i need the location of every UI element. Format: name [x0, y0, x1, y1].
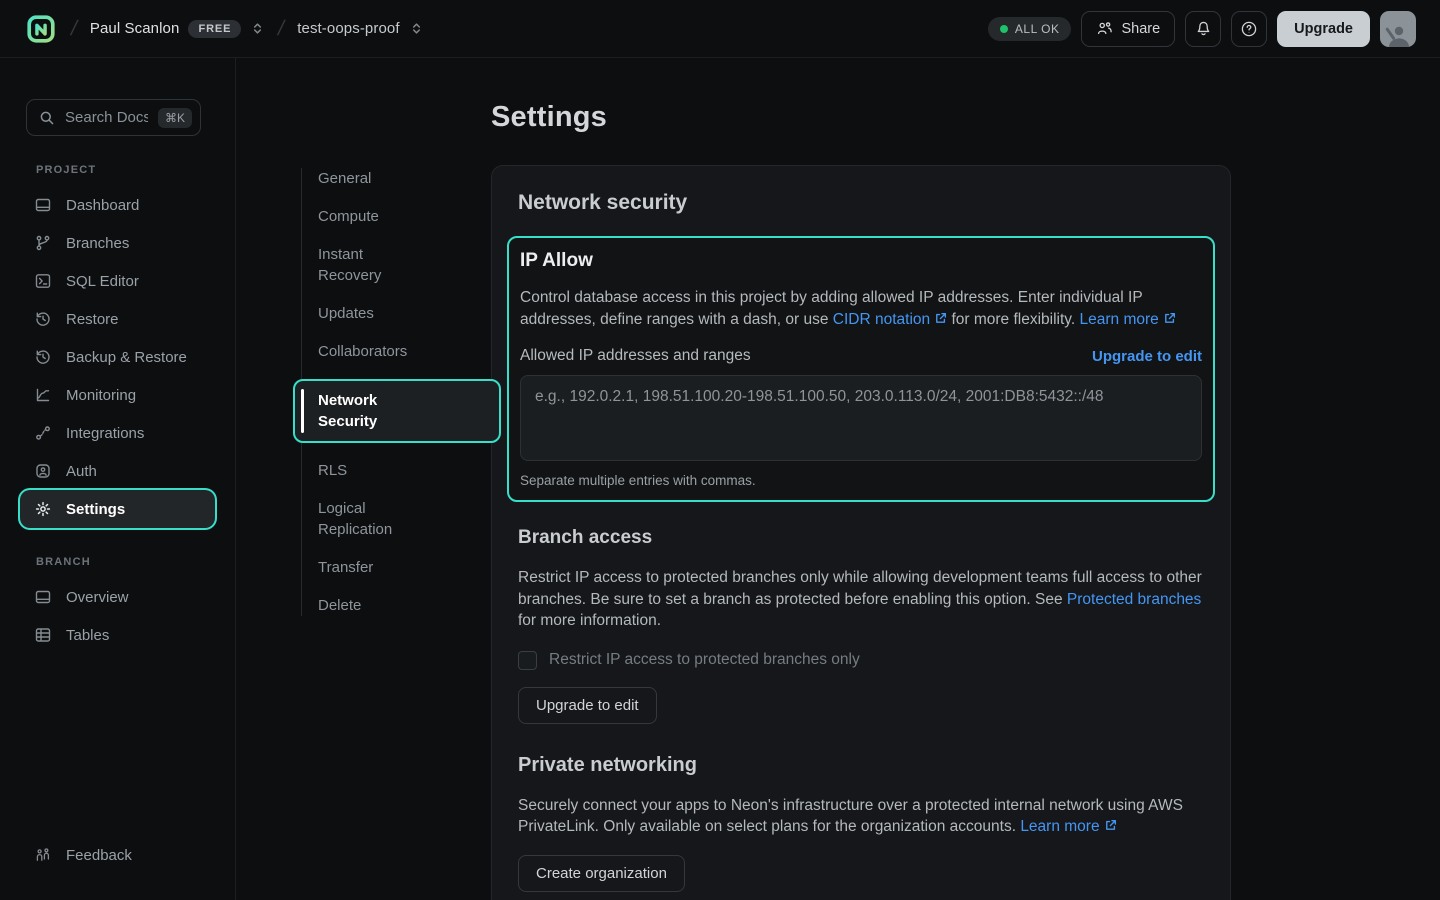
private-networking-description: Securely connect your apps to Neon's inf…	[518, 795, 1204, 838]
restrict-ip-checkbox-row: Restrict IP access to protected branches…	[518, 651, 1204, 670]
search-input[interactable]	[65, 109, 148, 126]
external-link-icon	[1163, 312, 1176, 325]
restrict-ip-checkbox-label: Restrict IP access to protected branches…	[549, 651, 860, 669]
help-button[interactable]	[1231, 11, 1267, 47]
settings-nav-compute[interactable]: Compute	[318, 206, 491, 227]
learn-more-link[interactable]: Learn more	[1080, 311, 1159, 328]
sidebar-item-dashboard[interactable]: Dashboard	[20, 186, 215, 224]
auth-icon	[34, 462, 52, 480]
project-selector[interactable]: test-oops-proof	[297, 20, 423, 37]
settings-nav: General Compute Instant Recovery Updates…	[301, 168, 491, 900]
chevron-updown-icon	[409, 21, 424, 36]
status-label: ALL OK	[1015, 22, 1060, 36]
branch-access-description: Restrict IP access to protected branches…	[518, 567, 1204, 632]
feedback-people-icon	[34, 846, 52, 864]
settings-icon	[34, 500, 52, 518]
backup-restore-icon	[34, 348, 52, 366]
account-selector[interactable]: Paul Scanlon FREE	[90, 20, 266, 38]
ip-addresses-input[interactable]	[520, 375, 1202, 461]
status-badge[interactable]: ALL OK	[988, 17, 1072, 41]
breadcrumb-slash: /	[276, 17, 287, 41]
settings-nav-transfer[interactable]: Transfer	[318, 557, 491, 578]
share-button[interactable]: Share	[1081, 11, 1175, 47]
sidebar-item-integrations[interactable]: Integrations	[20, 414, 215, 452]
branch-access-title: Branch access	[518, 527, 1204, 549]
question-icon	[1240, 20, 1258, 38]
restore-icon	[34, 310, 52, 328]
chevron-updown-icon	[250, 21, 265, 36]
external-link-icon	[1104, 819, 1117, 832]
external-link-icon	[934, 312, 947, 325]
search-icon	[39, 110, 55, 126]
main-content: Settings Network security IP Allow Contr…	[491, 58, 1231, 900]
settings-nav-collaborators[interactable]: Collaborators	[318, 341, 491, 362]
restrict-ip-checkbox[interactable]	[518, 651, 537, 670]
sidebar-item-restore[interactable]: Restore	[20, 300, 215, 338]
integrations-icon	[34, 424, 52, 442]
settings-nav-general[interactable]: General	[318, 168, 491, 189]
ip-allow-title: IP Allow	[520, 250, 1202, 272]
sidebar-item-tables[interactable]: Tables	[20, 616, 215, 654]
upgrade-to-edit-link[interactable]: Upgrade to edit	[1092, 348, 1202, 365]
project-name: test-oops-proof	[297, 20, 399, 37]
status-ok-dot	[1000, 25, 1008, 33]
sidebar-item-sql-editor[interactable]: SQL Editor	[20, 262, 215, 300]
settings-nav-network-security[interactable]: Network Security	[293, 379, 501, 443]
docs-search[interactable]: ⌘K	[26, 99, 201, 136]
cidr-notation-link[interactable]: CIDR notation	[833, 311, 930, 328]
sidebar-item-settings[interactable]: Settings	[20, 490, 215, 528]
network-security-card: Network security IP Allow Control databa…	[491, 165, 1231, 900]
sidebar-item-monitoring[interactable]: Monitoring	[20, 376, 215, 414]
people-icon	[1096, 20, 1113, 37]
plan-badge: FREE	[188, 20, 241, 38]
sql-editor-icon	[34, 272, 52, 290]
avatar[interactable]	[1380, 11, 1416, 47]
branch-access-upgrade-button[interactable]: Upgrade to edit	[518, 687, 657, 724]
breadcrumb-slash: /	[68, 17, 79, 41]
upgrade-button[interactable]: Upgrade	[1277, 11, 1370, 47]
learn-more-link[interactable]: Learn more	[1020, 818, 1099, 835]
notifications-button[interactable]	[1185, 11, 1221, 47]
share-label: Share	[1121, 21, 1160, 37]
sidebar-item-branches[interactable]: Branches	[20, 224, 215, 262]
project-section-label: PROJECT	[36, 164, 235, 176]
branches-icon	[34, 234, 52, 252]
settings-nav-instant-recovery[interactable]: Instant Recovery	[318, 244, 491, 286]
private-networking-title: Private networking	[518, 754, 1204, 777]
branch-section-label: BRANCH	[36, 556, 235, 568]
sidebar-item-backup-restore[interactable]: Backup & Restore	[20, 338, 215, 376]
sidebar-item-auth[interactable]: Auth	[20, 452, 215, 490]
settings-nav-updates[interactable]: Updates	[318, 303, 491, 324]
tables-icon	[34, 626, 52, 644]
protected-branches-link[interactable]: Protected branches	[1067, 591, 1201, 608]
sidebar-item-feedback[interactable]: Feedback	[20, 836, 215, 874]
settings-nav-delete[interactable]: Delete	[318, 595, 491, 616]
settings-nav-logical-replication[interactable]: Logical Replication	[318, 498, 491, 540]
page-title: Settings	[491, 101, 1231, 134]
top-header: / Paul Scanlon FREE / test-oops-proof AL…	[0, 0, 1440, 58]
network-security-title: Network security	[518, 191, 1204, 215]
bell-icon	[1195, 20, 1212, 37]
ip-allow-description: Control database access in this project …	[520, 287, 1202, 330]
settings-nav-rls[interactable]: RLS	[318, 460, 491, 481]
account-name: Paul Scanlon	[90, 20, 180, 37]
sidebar-item-overview[interactable]: Overview	[20, 578, 215, 616]
dashboard-icon	[34, 196, 52, 214]
search-shortcut: ⌘K	[158, 108, 192, 128]
overview-icon	[34, 588, 52, 606]
sidebar: ⌘K PROJECT Dashboard Branches	[0, 58, 236, 900]
ip-field-label: Allowed IP addresses and ranges	[520, 347, 751, 365]
neon-logo[interactable]	[24, 12, 58, 46]
monitoring-icon	[34, 386, 52, 404]
create-organization-button[interactable]: Create organization	[518, 855, 685, 892]
ip-allow-panel: IP Allow Control database access in this…	[507, 236, 1215, 502]
ip-helper-text: Separate multiple entries with commas.	[520, 473, 1202, 488]
